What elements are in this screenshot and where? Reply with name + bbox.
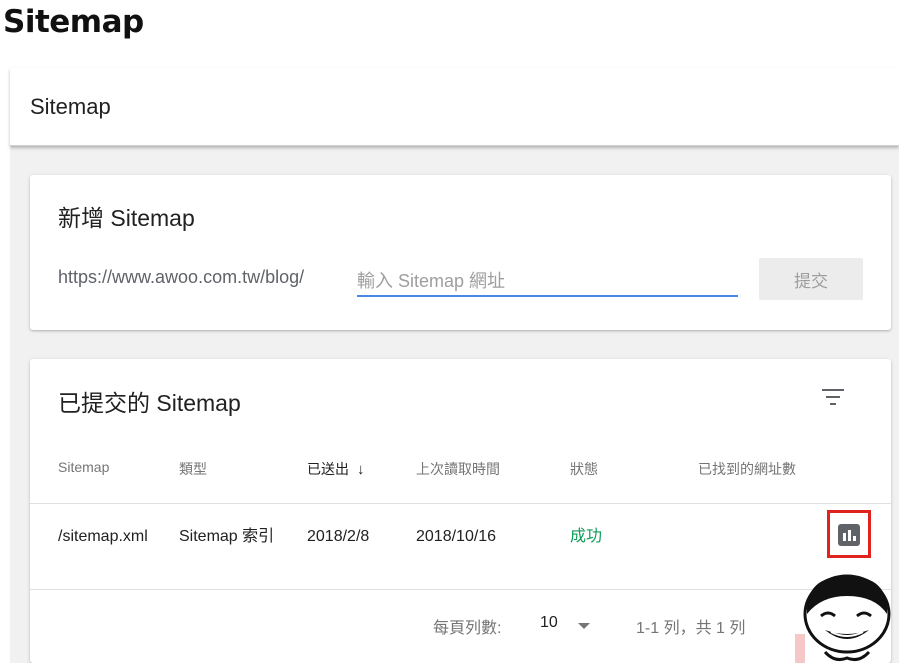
dropdown-arrow-icon[interactable]: [578, 623, 590, 629]
cell-status: 成功: [570, 528, 603, 545]
submit-button[interactable]: 提交: [759, 258, 863, 300]
column-header-status[interactable]: 狀態: [570, 459, 598, 479]
column-header-type[interactable]: 類型: [179, 459, 207, 479]
arrow-down-icon: ↓: [357, 461, 365, 478]
url-prefix: https://www.awoo.com.tw/blog/: [58, 267, 305, 287]
mascot-sticker-icon: [795, 574, 891, 663]
sitemap-url-input[interactable]: [357, 270, 738, 297]
cell-sitemap: /sitemap.xml: [58, 528, 148, 545]
column-header-submitted-label: 已送出: [307, 461, 349, 477]
table-footer: 每頁列數: 10 1-1 列，共 1 列: [30, 590, 891, 663]
cell-submitted: 2018/2/8: [307, 528, 370, 545]
submitted-sitemaps-title: 已提交的 Sitemap: [58, 390, 241, 416]
submitted-sitemaps-card: 已提交的 Sitemap Sitemap 類型 已送出 ↓ 上次讀取時間 狀態 已…: [30, 359, 891, 663]
highlight-box: [827, 510, 871, 558]
pagination-range: 1-1 列，共 1 列: [636, 620, 746, 637]
filter-icon[interactable]: [822, 387, 846, 407]
table-row[interactable]: /sitemap.xml Sitemap 索引 2018/2/8 2018/10…: [30, 504, 891, 590]
rows-per-page-select[interactable]: 10: [540, 614, 558, 632]
add-sitemap-title: 新增 Sitemap: [58, 205, 195, 231]
column-header-urls-found[interactable]: 已找到的網址數: [698, 459, 796, 479]
cell-type: Sitemap 索引: [179, 528, 275, 545]
add-sitemap-card: 新增 Sitemap https://www.awoo.com.tw/blog/…: [30, 175, 891, 330]
page-heading: Sitemap: [3, 4, 144, 40]
column-header-last-read[interactable]: 上次讀取時間: [416, 459, 500, 479]
column-header-submitted[interactable]: 已送出 ↓: [307, 459, 365, 479]
cell-last-read: 2018/10/16: [416, 528, 497, 545]
bar-chart-icon[interactable]: [838, 524, 860, 546]
page-title: Sitemap: [30, 94, 111, 119]
search-console-content: Sitemap 新增 Sitemap https://www.awoo.com.…: [10, 68, 899, 663]
table-header: Sitemap 類型 已送出 ↓ 上次讀取時間 狀態 已找到的網址數: [30, 437, 891, 504]
column-header-sitemap[interactable]: Sitemap: [58, 459, 109, 475]
topbar: Sitemap: [10, 68, 899, 146]
rows-per-page-label: 每頁列數:: [433, 620, 502, 637]
